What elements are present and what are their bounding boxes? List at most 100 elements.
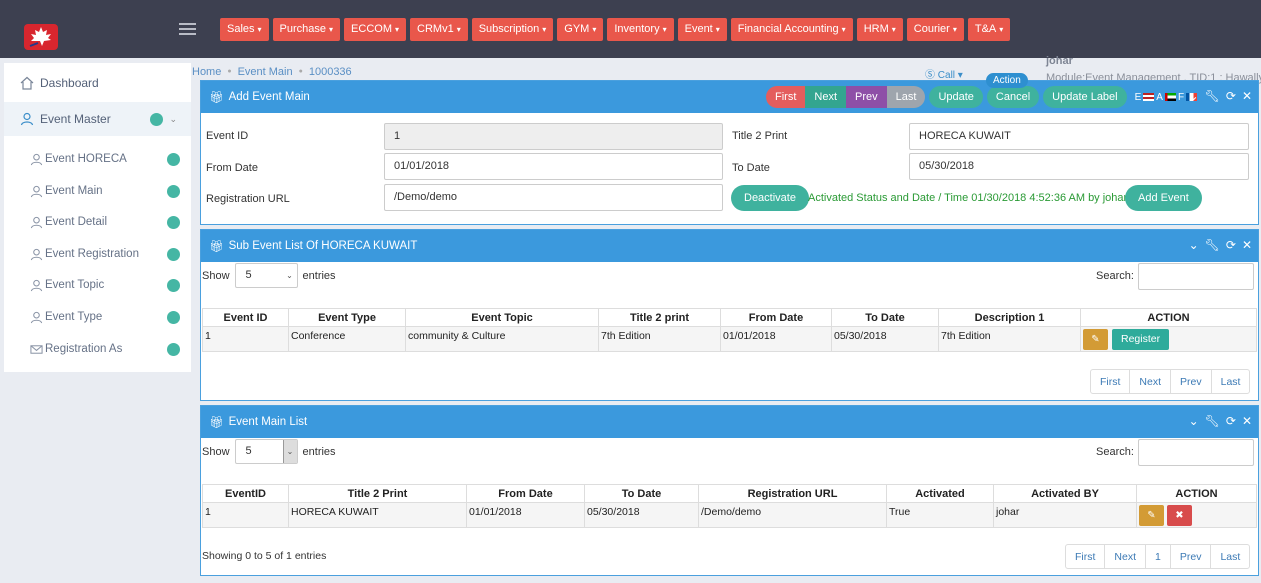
sidebar-item-registration-as[interactable]: Registration As [30, 334, 190, 364]
chevron-down-icon: ▾ [592, 25, 597, 34]
refresh-icon[interactable]: ⟳ [1226, 90, 1236, 102]
top-menu: Sales ▾ Purchase ▾ ECCOM ▾ CRMv1 ▾ Subscript… [220, 18, 1011, 41]
refresh-icon[interactable]: ⟳ [1226, 415, 1236, 427]
close-icon[interactable]: ✕ [1242, 415, 1252, 427]
menu-purchase[interactable]: Purchase ▾ [272, 18, 341, 41]
menu-event[interactable]: Event ▾ [677, 18, 727, 41]
menu-inventory[interactable]: Inventory ▾ [607, 18, 674, 41]
show-entries: Show 5 ⌄ entries [202, 263, 336, 288]
title-2-print-field[interactable]: HORECA KUWAIT [909, 123, 1249, 150]
menu-ta[interactable]: T&A ▾ [967, 18, 1011, 41]
sidebar-item-event-topic[interactable]: Event Topic [30, 270, 190, 300]
maple-leaf-logo[interactable] [24, 24, 58, 50]
edit-pencil-icon[interactable]: ✎ [1139, 505, 1164, 526]
from-date-label: From Date [206, 162, 258, 174]
menu-sales[interactable]: Sales ▾ [220, 18, 269, 41]
call-button[interactable]: Ⓢ Call ▾ [925, 66, 963, 81]
col-from-date[interactable]: From Date [720, 308, 832, 327]
menu-subscription[interactable]: Subscription ▾ [471, 18, 554, 41]
col-to-date[interactable]: To Date [584, 484, 699, 503]
from-date-field[interactable]: 01/01/2018 [384, 153, 723, 180]
breadcrumb-home[interactable]: Home [192, 66, 221, 78]
uae-flag-icon[interactable] [1164, 93, 1176, 101]
to-date-field[interactable]: 05/30/2018 [909, 153, 1249, 180]
sidebar-item-event-horeca[interactable]: Event HORECA [30, 144, 190, 174]
collapse-icon[interactable]: ⌄ [1189, 239, 1199, 251]
chevron-down-icon: ▾ [952, 25, 957, 34]
close-icon[interactable]: ✕ [1242, 90, 1252, 102]
menu-financial-accounting[interactable]: Financial Accounting ▾ [730, 18, 853, 41]
col-registration-url[interactable]: Registration URL [698, 484, 887, 503]
registration-url-field[interactable]: /Demo/demo [384, 184, 723, 211]
us-flag-icon[interactable] [1143, 93, 1155, 101]
collapse-icon[interactable]: ⌄ [1189, 90, 1199, 102]
hamburger-menu-icon[interactable] [179, 23, 196, 36]
pager-page-1[interactable]: 1 [1145, 544, 1171, 569]
deactivate-button[interactable]: Deactivate [731, 185, 809, 211]
sidebar-item-event-type[interactable]: Event Type [30, 302, 190, 332]
lang-french[interactable]: F [1178, 92, 1184, 103]
edit-pencil-icon[interactable]: ✎ [1083, 329, 1108, 350]
status-dot [167, 215, 180, 229]
refresh-icon[interactable]: ⟳ [1226, 239, 1236, 251]
col-action: ACTION [1080, 308, 1257, 327]
col-to-date[interactable]: To Date [831, 308, 939, 327]
pager-last[interactable]: Last [1210, 544, 1251, 569]
sidebar-item-event-main[interactable]: Event Main [30, 176, 190, 206]
entries-select[interactable]: 5 ⌄ [234, 439, 298, 464]
pager-last[interactable]: Last [1210, 369, 1251, 394]
col-activated-by[interactable]: Activated BY [993, 484, 1137, 503]
col-event-topic[interactable]: Event Topic [405, 308, 599, 327]
collapse-icon[interactable]: ⌄ [1189, 415, 1199, 427]
pager-first[interactable]: First [1090, 369, 1131, 394]
chevron-down-icon: ▾ [999, 25, 1004, 34]
delete-x-icon[interactable]: ✖ [1166, 505, 1192, 526]
pager-prev[interactable]: Prev [1169, 544, 1212, 569]
breadcrumb-event-main[interactable]: Event Main [238, 66, 293, 78]
sidebar-item-dashboard[interactable]: Dashboard [4, 66, 191, 100]
pager-first[interactable]: First [1065, 544, 1106, 569]
col-activated[interactable]: Activated [886, 484, 994, 503]
col-event-id[interactable]: EventID [202, 484, 289, 503]
sidebar-item-event-registration[interactable]: Event Registration [30, 239, 190, 269]
pager-next[interactable]: Next [1129, 369, 1172, 394]
sidebar-item-event-detail[interactable]: Event Detail [30, 207, 190, 237]
prev-button[interactable]: Prev [846, 86, 887, 108]
col-event-id[interactable]: Event ID [202, 308, 289, 327]
chevron-down-icon: ▾ [329, 25, 334, 34]
register-button[interactable]: Register [1112, 329, 1170, 350]
col-title-2-print[interactable]: Title 2 print [598, 308, 721, 327]
wrench-icon[interactable]: 🔧︎ [1205, 239, 1220, 251]
col-action: ACTION [1136, 484, 1257, 503]
entries-select[interactable]: 5 ⌄ [234, 263, 298, 288]
col-title-2-print[interactable]: Title 2 Print [288, 484, 467, 503]
pager-prev[interactable]: Prev [1170, 369, 1212, 394]
add-event-button[interactable]: Add Event [1125, 185, 1202, 211]
update-label-button[interactable]: Update Label [1043, 86, 1127, 108]
menu-hrm[interactable]: HRM ▾ [856, 18, 903, 41]
cancel-button[interactable]: Cancel [986, 86, 1040, 108]
menu-courier[interactable]: Courier ▾ [906, 18, 964, 41]
close-icon[interactable]: ✕ [1242, 239, 1252, 251]
menu-gym[interactable]: GYM ▾ [557, 18, 604, 41]
update-button[interactable]: Update [929, 86, 983, 108]
wrench-icon[interactable]: 🔧︎ [1205, 90, 1220, 102]
activation-status: Activated Status and Date / Time 01/30/2… [808, 192, 1130, 204]
wrench-icon[interactable]: 🔧︎ [1205, 415, 1220, 427]
event-id-field[interactable]: 1 [384, 123, 723, 150]
search-input[interactable] [1138, 439, 1254, 466]
col-description-1[interactable]: Description 1 [938, 308, 1081, 327]
menu-crmv1[interactable]: CRMv1 ▾ [410, 18, 468, 41]
next-button[interactable]: Next [805, 86, 847, 108]
menu-eccom[interactable]: ECCOM ▾ [344, 18, 407, 41]
col-from-date[interactable]: From Date [466, 484, 585, 503]
last-button[interactable]: Last [886, 86, 926, 108]
lang-english[interactable]: E [1135, 92, 1142, 103]
col-event-type[interactable]: Event Type [288, 308, 406, 327]
lang-arabic[interactable]: A [1156, 92, 1163, 103]
search-input[interactable] [1138, 263, 1254, 290]
user-name[interactable]: johar [1046, 55, 1073, 67]
pager-next[interactable]: Next [1104, 544, 1147, 569]
first-button[interactable]: First [766, 86, 806, 108]
sidebar-item-event-master[interactable]: Event Master ⌄ [4, 102, 191, 136]
